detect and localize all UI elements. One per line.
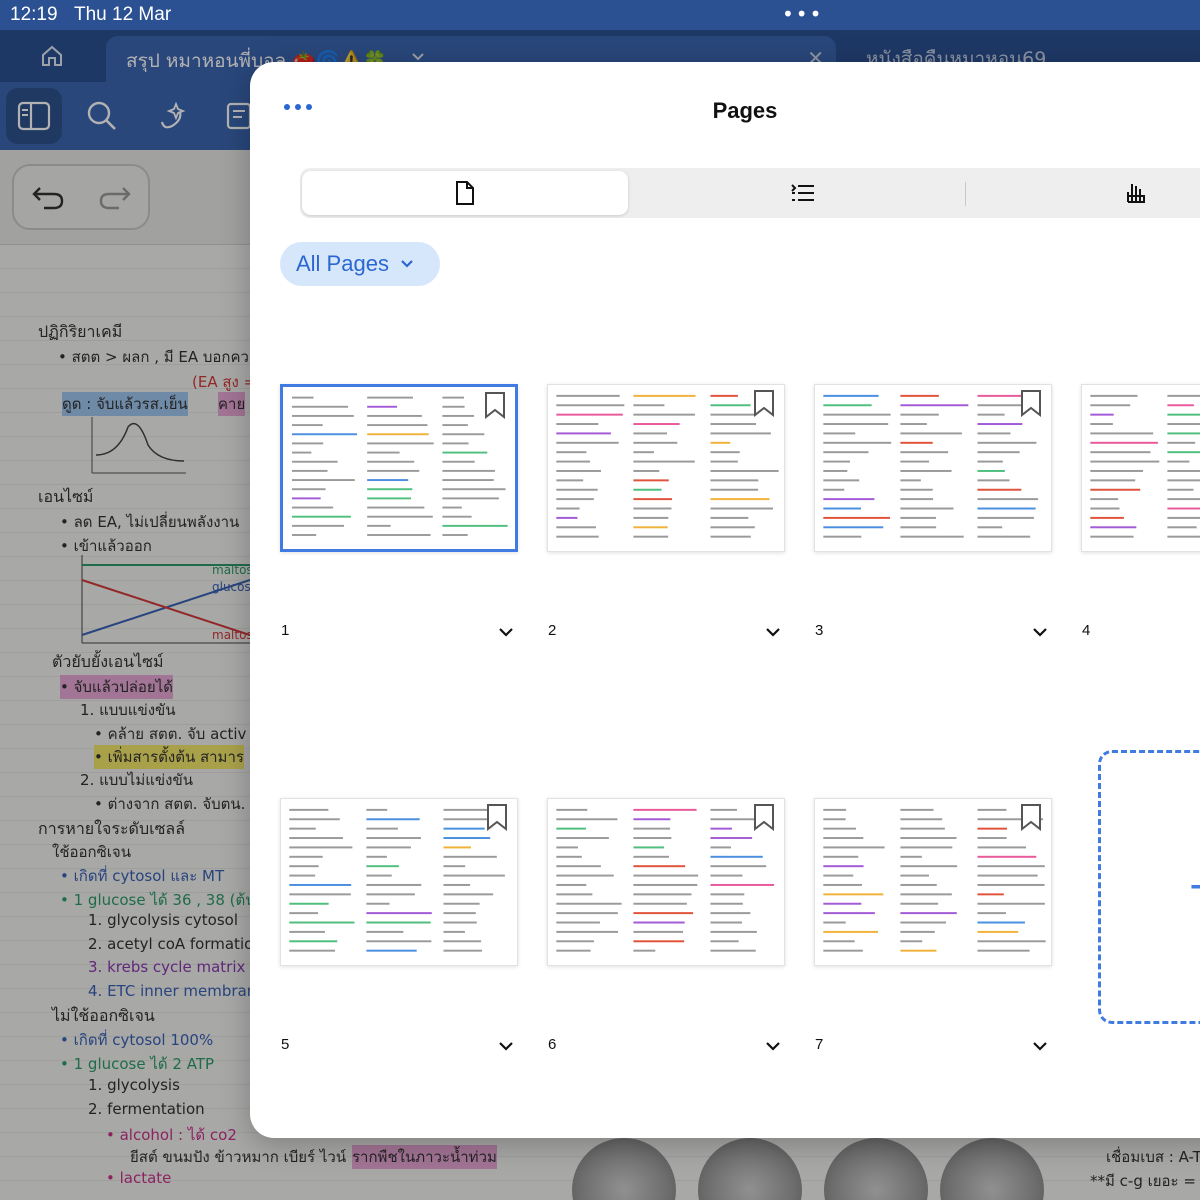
bookmark-icon[interactable]	[483, 391, 507, 419]
page-options-chevron-icon[interactable]	[1030, 1036, 1050, 1056]
page-preview	[291, 396, 508, 536]
bookmark-icon[interactable]	[485, 803, 509, 831]
sheet-title: Pages	[712, 98, 778, 123]
pages-sheet: Pages All Pages 1 2 3 4 5 6 7 +	[250, 62, 1200, 1138]
plus-icon: +	[1187, 861, 1200, 910]
bookmark-icon[interactable]	[752, 389, 776, 417]
page-number: 4	[1082, 622, 1091, 639]
page-number: 6	[548, 1036, 557, 1053]
page-thumbnail[interactable]	[280, 798, 518, 966]
bookmark-icon[interactable]	[1019, 803, 1043, 831]
page-number: 7	[815, 1036, 824, 1053]
segment-bookmarks[interactable]	[1000, 171, 1200, 215]
page-number: 2	[548, 622, 557, 639]
page-preview	[1090, 394, 1200, 538]
outline-icon	[790, 184, 814, 201]
page-thumbnail[interactable]	[547, 798, 785, 966]
page-number: 1	[281, 622, 290, 639]
page-options-chevron-icon[interactable]	[496, 622, 516, 642]
page-preview	[823, 394, 1039, 538]
page-number: 5	[281, 1036, 290, 1053]
page-thumbnail[interactable]	[547, 384, 785, 552]
clock: 12:19	[10, 4, 58, 25]
page-icon	[456, 181, 474, 205]
page-options-chevron-icon[interactable]	[496, 1036, 516, 1056]
chevron-down-icon	[401, 260, 413, 268]
date: Thu 12 Mar	[74, 4, 172, 25]
bookmark-icon[interactable]	[752, 803, 776, 831]
bookmark-icon[interactable]	[1019, 389, 1043, 417]
page-thumbnail[interactable]	[814, 384, 1052, 552]
filter-label: All Pages	[296, 251, 389, 276]
page-preview	[823, 808, 1046, 952]
page-thumbnail[interactable]	[1081, 384, 1200, 552]
view-mode-segmented-control	[300, 168, 1200, 218]
page-options-chevron-icon[interactable]	[763, 622, 783, 642]
multitasking-dots[interactable]: •••	[782, 2, 823, 26]
bookmark-gesture-icon	[1127, 184, 1145, 203]
page-preview	[556, 394, 779, 538]
all-pages-filter[interactable]: All Pages	[280, 242, 440, 286]
page-options-chevron-icon[interactable]	[763, 1036, 783, 1056]
page-preview	[556, 808, 775, 952]
segment-pages[interactable]	[302, 171, 628, 215]
segment-outline[interactable]	[645, 171, 960, 215]
page-preview	[289, 808, 505, 952]
page-thumbnail[interactable]	[814, 798, 1052, 966]
page-options-chevron-icon[interactable]	[1030, 622, 1050, 642]
page-thumbnail[interactable]	[280, 384, 518, 552]
page-number: 3	[815, 622, 824, 639]
add-page-button[interactable]: +	[1098, 750, 1200, 1024]
segment-divider	[965, 182, 966, 206]
status-bar: 12:19 Thu 12 Mar •••	[0, 0, 1200, 30]
